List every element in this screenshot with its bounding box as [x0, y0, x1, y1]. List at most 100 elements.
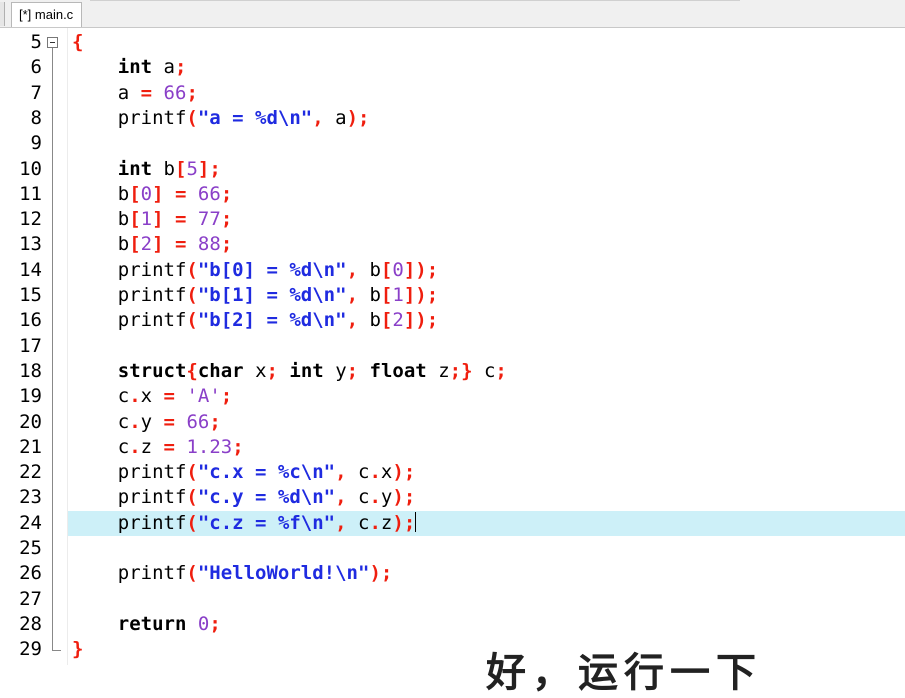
code-line[interactable]: 16 printf("b[2] = %d\n", b[2]); [0, 308, 905, 333]
code-token: 0 [392, 258, 404, 281]
code-token: "c.y = %d\n" [197, 486, 336, 509]
code-token: x [243, 359, 267, 382]
code-token: ( [186, 284, 198, 306]
code-text: b[2] = 88; [72, 232, 233, 257]
code-token: y [323, 359, 347, 382]
line-number: 14 [19, 258, 42, 281]
code-token: , [335, 511, 347, 534]
code-token: = [175, 233, 187, 256]
code-token: "c.x = %c\n" [197, 461, 336, 484]
line-number: 10 [19, 157, 42, 180]
code-token: a [152, 56, 175, 79]
code-line[interactable]: 10 int b[5]; [0, 157, 905, 182]
code-token: struct [117, 359, 187, 382]
code-token: 1 [140, 208, 153, 231]
line-number: 27 [19, 587, 42, 610]
code-token: int [117, 157, 153, 180]
code-token: 88 [197, 233, 221, 256]
code-text: c.x = 'A'; [72, 384, 232, 409]
code-line[interactable]: 26 printf("HelloWorld!\n"); [0, 561, 905, 586]
code-token: ; [220, 182, 233, 205]
code-token: int [289, 359, 324, 382]
code-token: , [335, 486, 347, 509]
code-line[interactable]: 28 return 0; [0, 612, 905, 637]
code-line[interactable]: 29} [0, 637, 905, 662]
code-line[interactable]: 24 printf("c.z = %f\n", c.z); [0, 510, 905, 536]
code-line[interactable]: 25 [0, 536, 905, 561]
code-token: printf [72, 486, 187, 509]
code-token: ]); [403, 284, 439, 306]
code-line[interactable]: 11 b[0] = 66; [0, 182, 905, 207]
line-number: 19 [19, 385, 42, 408]
code-token: . [129, 385, 141, 408]
text-caret [415, 511, 417, 532]
code-line[interactable]: 9 [0, 131, 905, 156]
line-number: 17 [19, 334, 42, 357]
code-line[interactable]: 6 int a; [0, 55, 905, 80]
code-token: z [426, 359, 450, 382]
code-token: ( [186, 486, 198, 509]
code-line[interactable]: 5{ [0, 30, 905, 55]
code-line[interactable]: 8 printf("a = %d\n", a); [0, 106, 905, 131]
code-token: ; [266, 359, 278, 382]
line-number: 21 [19, 435, 42, 458]
code-line[interactable]: 18 struct{char x; int y; float z;} c; [0, 359, 905, 384]
code-token: ] [152, 182, 164, 205]
line-number: 6 [30, 56, 42, 79]
code-token: . [369, 486, 381, 509]
line-number: 11 [19, 182, 42, 205]
code-token: 77 [197, 208, 221, 231]
code-token: x [380, 461, 393, 484]
code-token: ]; [197, 157, 221, 180]
code-token: printf [72, 309, 187, 332]
code-line[interactable]: 12 b[1] = 77; [0, 207, 905, 232]
video-subtitle: 好，运行一下 [486, 650, 762, 696]
line-number: 20 [19, 410, 42, 433]
code-token: ( [186, 562, 198, 585]
line-number: 9 [30, 132, 42, 155]
code-line[interactable]: 20 c.y = 66; [0, 410, 905, 435]
code-token: c [72, 410, 130, 433]
code-token: float [369, 359, 427, 382]
code-text: c.y = 66; [72, 410, 221, 435]
code-line[interactable]: 13 b[2] = 88; [0, 232, 905, 257]
code-token: char [197, 359, 244, 382]
code-line[interactable]: 7 a = 66; [0, 81, 905, 106]
code-token: printf [72, 461, 187, 484]
code-token: z [140, 435, 164, 458]
code-line[interactable]: 21 c.z = 1.23; [0, 435, 905, 460]
code-token: { [72, 31, 84, 53]
fold-collapse-icon[interactable] [47, 37, 58, 48]
code-text: int a; [72, 55, 187, 80]
code-token: printf [72, 106, 187, 129]
line-number: 23 [19, 486, 42, 509]
code-token: . [369, 511, 381, 534]
code-token: "HelloWorld!\n" [197, 562, 370, 585]
code-line[interactable]: 22 printf("c.x = %c\n", c.x); [0, 460, 905, 485]
code-line[interactable]: 27 [0, 587, 905, 612]
code-line[interactable]: 14 printf("b[0] = %d\n", b[0]); [0, 258, 905, 283]
code-token: , [335, 461, 347, 484]
code-editor[interactable]: 5{6 int a; 7 a = 66; 8 printf("a = %d\n", … [0, 28, 905, 665]
code-token: "b[2] = %d\n" [197, 309, 347, 332]
line-number: 12 [19, 208, 42, 231]
code-line[interactable]: 17 [0, 334, 905, 359]
tab-scroll-stub[interactable] [0, 2, 5, 26]
tab-main-c[interactable]: [*] main.c [11, 2, 83, 27]
code-token: b [358, 284, 381, 306]
code-token: b [72, 208, 130, 231]
code-line[interactable]: 15 printf("b[1] = %d\n", b[1]); [0, 283, 905, 308]
code-text: printf("b[0] = %d\n", b[0]); [72, 258, 438, 283]
code-line[interactable]: 23 printf("c.y = %d\n", c.y); [0, 485, 905, 510]
code-token: x [140, 385, 164, 408]
code-token: ; [209, 612, 221, 635]
line-number: 29 [19, 638, 42, 661]
code-token: = [163, 385, 175, 408]
code-line[interactable]: 19 c.x = 'A'; [0, 384, 905, 409]
